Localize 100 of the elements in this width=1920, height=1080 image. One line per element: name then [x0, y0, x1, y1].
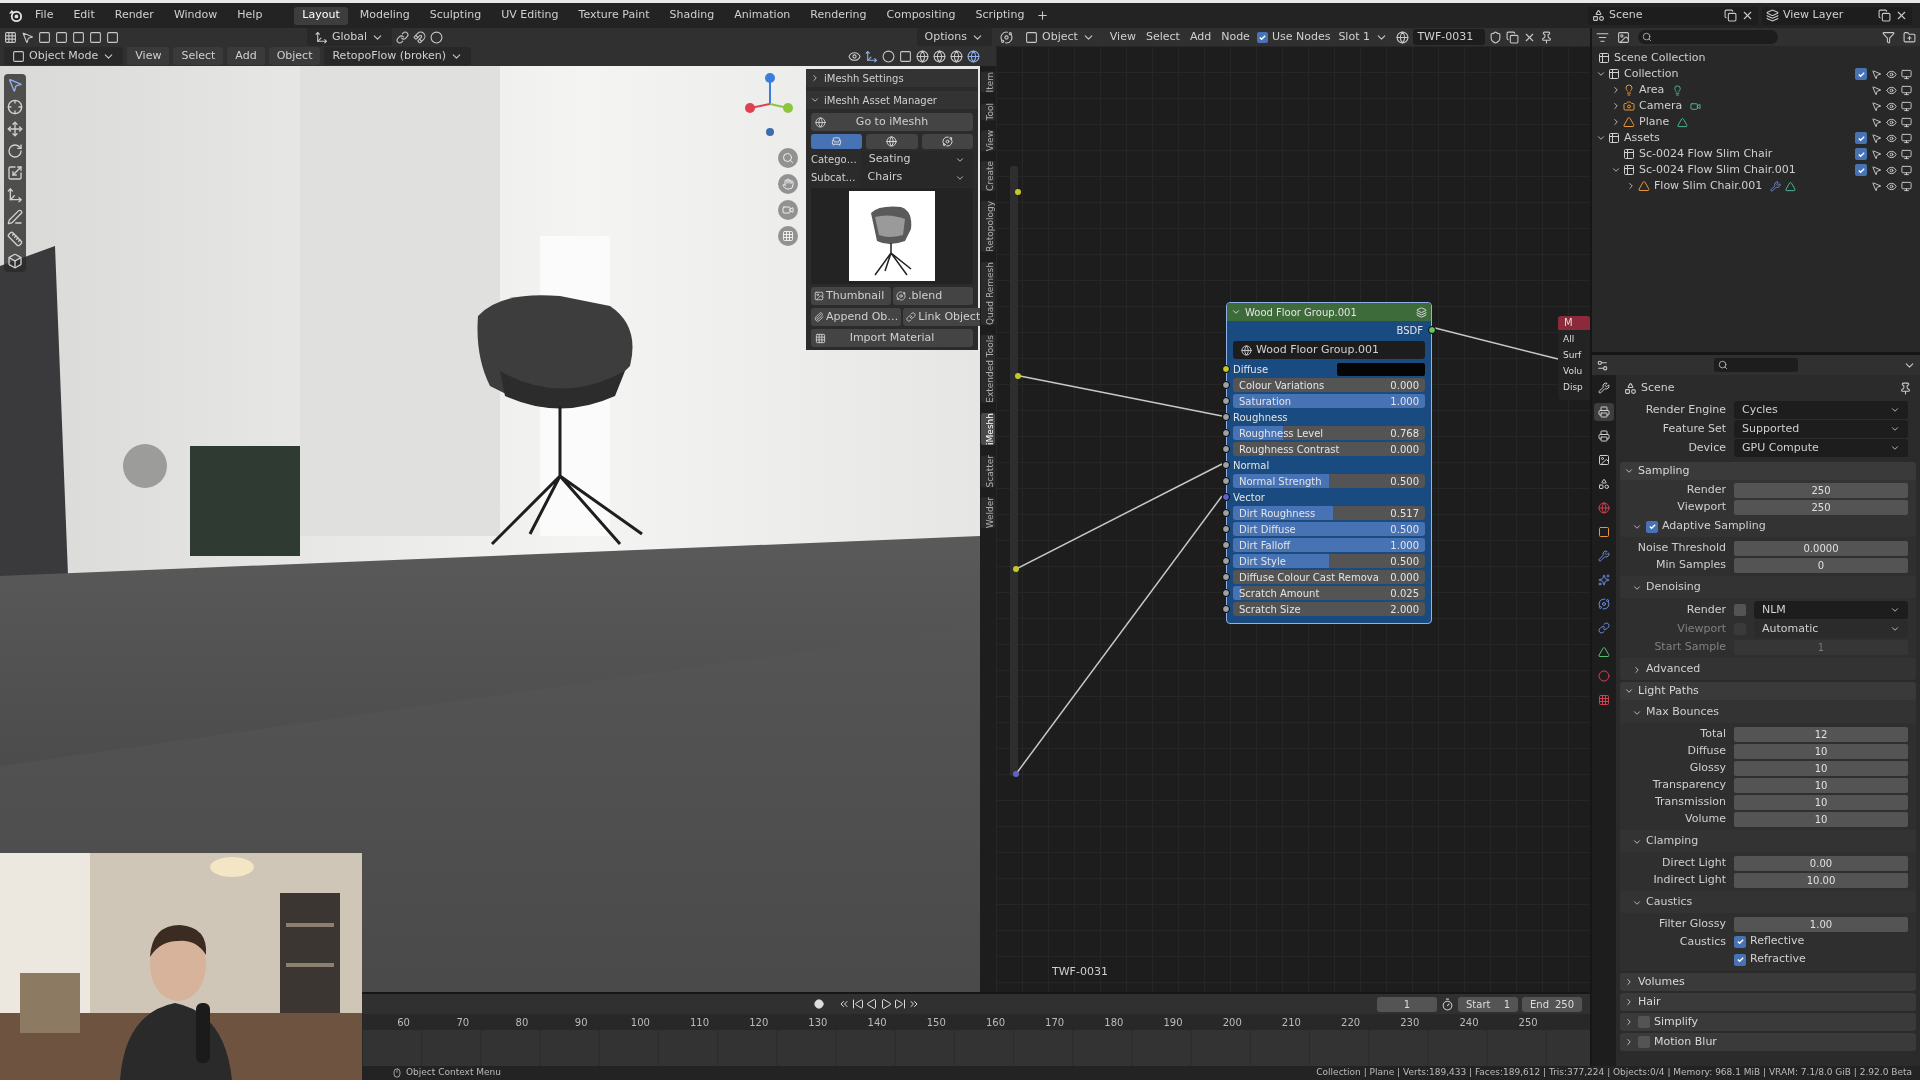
menu-item[interactable]: Node: [1218, 28, 1253, 46]
menu-item[interactable]: View: [1106, 28, 1139, 46]
workspace-tab[interactable]: Scripting: [967, 6, 1033, 25]
workspace-tab[interactable]: Sculpting: [421, 6, 490, 25]
number-field[interactable]: 10: [1734, 811, 1908, 827]
panel-header[interactable]: Sampling: [1620, 462, 1916, 480]
group-selector[interactable]: Wood Floor Group.001: [1233, 341, 1425, 359]
node-slider[interactable]: Colour Variations 0.000: [1233, 378, 1425, 392]
number-field[interactable]: 250: [1734, 482, 1908, 498]
node-slider[interactable]: Dirt Roughness 0.517: [1233, 506, 1425, 520]
scene-selector[interactable]: Scene: [1588, 6, 1758, 25]
dropdown[interactable]: Supported: [1734, 420, 1908, 438]
checkbox-option[interactable]: Reflective: [1734, 933, 1805, 950]
number-field[interactable]: 10: [1734, 743, 1908, 759]
number-field[interactable]: 10: [1734, 777, 1908, 793]
sidebar-tab[interactable]: iMeshh: [981, 412, 995, 445]
menu-item[interactable]: File: [27, 6, 62, 25]
menu-item[interactable]: Select: [173, 47, 224, 65]
number-field[interactable]: 10: [1734, 794, 1908, 810]
node-slider[interactable]: Dirt Diffuse 0.500: [1233, 522, 1425, 536]
addon-menu[interactable]: RetopoFlow (broken): [324, 47, 472, 65]
outliner-row[interactable]: Area: [1592, 82, 1920, 98]
end-frame-field[interactable]: End 250: [1522, 996, 1582, 1012]
outliner-row[interactable]: Sc-0024 Flow Slim Chair: [1592, 146, 1920, 162]
menu-item[interactable]: Add: [1186, 28, 1215, 46]
workspace-tab[interactable]: UV Editing: [493, 6, 567, 25]
menu-item[interactable]: Object: [268, 47, 321, 65]
subpanel-header[interactable]: Denoising: [1620, 577, 1916, 598]
workspace-tab[interactable]: Shading: [661, 6, 723, 25]
outliner-row[interactable]: Assets: [1592, 130, 1920, 146]
number-field[interactable]: 0: [1734, 557, 1908, 573]
frame-tick-label: 140: [866, 1015, 888, 1030]
sidebar-tab[interactable]: Item: [981, 72, 995, 93]
object-dropdown[interactable]: Object: [1017, 28, 1103, 46]
subpanel-header[interactable]: Caustics: [1620, 892, 1916, 913]
outliner-row[interactable]: Scene Collection: [1592, 50, 1920, 66]
subpanel-header[interactable]: Adaptive Sampling: [1620, 516, 1916, 537]
menu-item[interactable]: Select: [1142, 28, 1183, 46]
node-slider[interactable]: Dirt Falloff 1.000: [1233, 538, 1425, 552]
number-field[interactable]: 0.0000: [1734, 540, 1908, 556]
current-frame-field[interactable]: 1: [1377, 996, 1437, 1012]
node-slider[interactable]: Normal Strength 0.500: [1233, 474, 1425, 488]
workspace-tab[interactable]: Modeling: [351, 6, 418, 25]
number-field[interactable]: 0.00: [1734, 855, 1908, 871]
sidebar-tab[interactable]: Quad Remesh: [981, 261, 995, 325]
view-layer-selector[interactable]: View Layer: [1762, 6, 1912, 25]
slot-dropdown[interactable]: Slot 1: [1334, 28, 1393, 46]
options-dropdown[interactable]: Options: [916, 28, 992, 46]
node-slider[interactable]: Scratch Size 2.000: [1233, 602, 1425, 616]
menu-item[interactable]: Help: [229, 6, 271, 25]
panel-header[interactable]: Volumes: [1620, 973, 1916, 991]
sidebar-tab[interactable]: Tool: [981, 102, 995, 120]
subpanel-header[interactable]: Clamping: [1620, 831, 1916, 852]
workspace-tab[interactable]: Compositing: [878, 6, 964, 25]
use-nodes-checkbox[interactable]: Use Nodes: [1256, 28, 1331, 46]
material-field[interactable]: TWF-0031: [1413, 29, 1486, 45]
number-field[interactable]: 10.00: [1734, 872, 1908, 888]
field-label: Noise Threshold: [1637, 541, 1726, 555]
panel-header[interactable]: Hair: [1620, 993, 1916, 1011]
workspace-tab[interactable]: Animation: [726, 6, 799, 25]
menu-item[interactable]: Window: [165, 6, 226, 25]
subpanel-header[interactable]: Max Bounces: [1620, 702, 1916, 723]
menu-item[interactable]: Edit: [65, 6, 103, 25]
outliner-row[interactable]: Flow Slim Chair.001: [1592, 178, 1920, 194]
panel-header[interactable]: Light Paths: [1620, 682, 1916, 700]
sidebar-tab[interactable]: Welder: [981, 497, 995, 529]
checkbox-option[interactable]: Refractive: [1734, 951, 1806, 968]
workspace-tab[interactable]: Rendering: [802, 6, 875, 25]
panel-header[interactable]: Motion Blur: [1620, 1033, 1916, 1051]
number-field[interactable]: 12: [1734, 726, 1908, 742]
node-slider[interactable]: Diffuse Colour Cast Remova 0.000: [1233, 570, 1425, 584]
menu-item[interactable]: Render: [106, 6, 162, 25]
number-field[interactable]: 250: [1734, 499, 1908, 515]
workspace-tab[interactable]: Layout: [294, 6, 348, 25]
node-slider[interactable]: Dirt Style 0.500: [1233, 554, 1425, 568]
mode-dropdown[interactable]: Object Mode: [4, 47, 124, 65]
node-slider[interactable]: Roughness Contrast 0.000: [1233, 442, 1425, 456]
menu-item[interactable]: View: [127, 47, 170, 65]
subpanel-header[interactable]: Advanced: [1620, 659, 1916, 680]
dropdown[interactable]: NLM: [1754, 601, 1908, 619]
sidebar-tab[interactable]: View: [981, 130, 995, 152]
sidebar-tab[interactable]: Extended Tools: [981, 334, 995, 403]
dropdown[interactable]: Cycles: [1734, 401, 1908, 419]
panel-header[interactable]: Simplify: [1620, 1013, 1916, 1031]
sidebar-tab[interactable]: Retopology: [981, 201, 995, 252]
sidebar-tab[interactable]: Scatter: [981, 454, 995, 488]
number-field[interactable]: 1.00: [1734, 916, 1908, 932]
outliner-row[interactable]: Camera: [1592, 98, 1920, 114]
sidebar-tab[interactable]: Create: [981, 161, 995, 192]
outliner-row[interactable]: Plane: [1592, 114, 1920, 130]
workspace-tab[interactable]: Texture Paint: [570, 6, 658, 25]
outliner-row[interactable]: Collection: [1592, 66, 1920, 82]
orientation-dropdown[interactable]: Global: [307, 28, 393, 46]
node-slider[interactable]: Saturation 1.000: [1233, 394, 1425, 408]
start-frame-field[interactable]: Start 1: [1458, 996, 1518, 1012]
menu-item[interactable]: Add: [227, 47, 265, 65]
number-field[interactable]: 10: [1734, 760, 1908, 776]
dropdown[interactable]: GPU Compute: [1734, 439, 1908, 457]
frame-tick-label: 240: [1458, 1015, 1480, 1030]
outliner-row[interactable]: Sc-0024 Flow Slim Chair.001: [1592, 162, 1920, 178]
